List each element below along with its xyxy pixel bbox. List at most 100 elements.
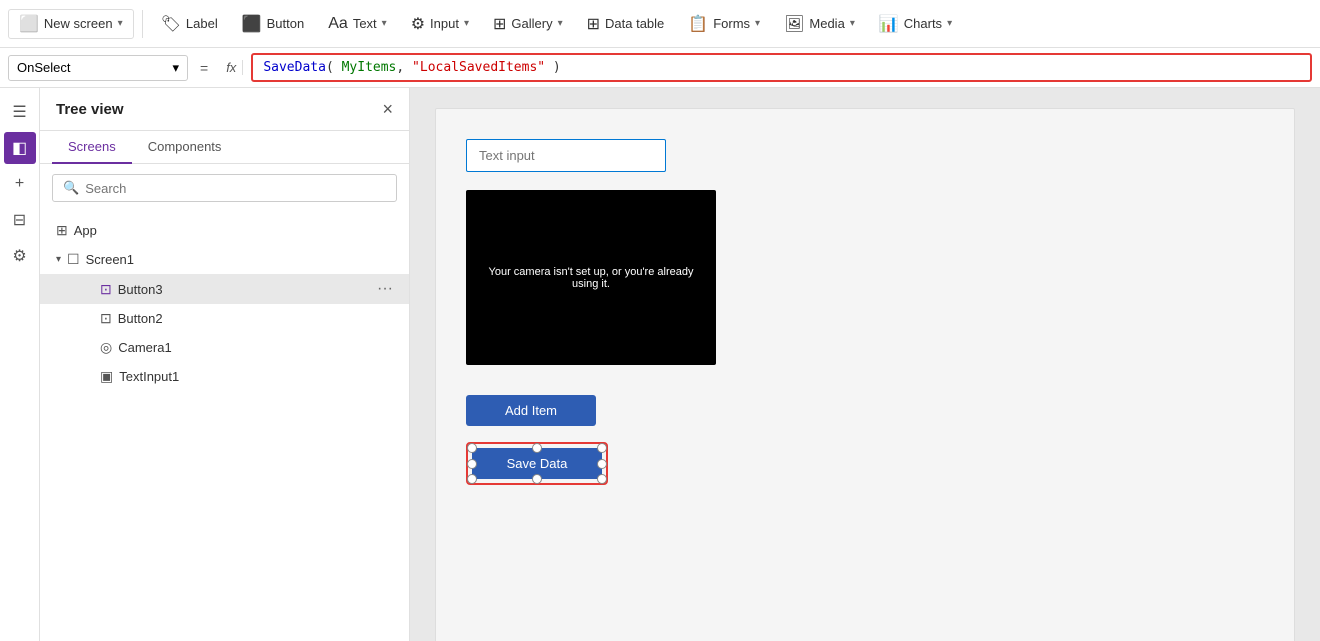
save-data-label: Save Data — [507, 456, 568, 471]
button-tool-icon: ⬛ — [242, 14, 262, 34]
search-input[interactable] — [85, 181, 386, 196]
gallery-button[interactable]: ⊞ Gallery ▾ — [483, 10, 573, 38]
new-screen-caret-icon: ▾ — [118, 18, 123, 29]
media-button[interactable]: 🖼 Media ▾ — [774, 10, 865, 38]
textinput1-icon: ▣ — [100, 368, 113, 385]
add-item-label: Add Item — [505, 403, 557, 418]
forms-button[interactable]: 📋 Forms ▾ — [678, 10, 770, 38]
tree-search-bar[interactable]: 🔍 — [52, 174, 397, 202]
label-label: Label — [186, 16, 218, 31]
button-tool-label: Button — [267, 16, 305, 31]
save-data-wrapper: Save Data — [466, 442, 608, 485]
camera1-icon: ◎ — [100, 339, 112, 356]
formula-text: SaveData( MyItems, "LocalSavedItems" ) — [263, 60, 560, 75]
add-button[interactable]: + — [4, 168, 36, 200]
data-table-button[interactable]: ⊞ Data table — [577, 10, 675, 38]
charts-button[interactable]: 📊 Charts ▾ — [869, 10, 962, 38]
input-label: Input — [430, 16, 459, 31]
text-icon: Aa — [328, 15, 348, 33]
forms-icon: 📋 — [688, 14, 708, 34]
app-icon: ⊞ — [56, 222, 68, 239]
sidebar-icons: ☰ ◧ + ⊟ ⚙ — [0, 88, 40, 641]
tab-screens[interactable]: Screens — [52, 131, 132, 164]
tab-components-label: Components — [148, 139, 222, 154]
data-button[interactable]: ⊟ — [4, 204, 36, 236]
tree-item-screen1[interactable]: ▾ ☐ Screen1 — [40, 245, 409, 274]
text-label: Text — [353, 16, 377, 31]
tree-items: ⊞ App ▾ ☐ Screen1 ⊡ Button3 ··· ⊡ — [40, 212, 409, 641]
canvas-frame: Your camera isn't set up, or you're alre… — [435, 108, 1295, 641]
plugin-button[interactable]: ⚙ — [4, 240, 36, 272]
toolbar-separator — [142, 10, 143, 38]
data-table-icon: ⊞ — [587, 14, 600, 34]
button-tool-button[interactable]: ⬛ Button — [232, 10, 315, 38]
tree-item-app[interactable]: ⊞ App — [40, 216, 409, 245]
hamburger-icon: ☰ — [12, 102, 26, 122]
new-screen-button[interactable]: ⬜ New screen ▾ — [8, 9, 134, 39]
layers-button[interactable]: ◧ — [4, 132, 36, 164]
tree-item-textinput1[interactable]: ▣ TextInput1 — [40, 362, 409, 391]
tree-item-camera1[interactable]: ◎ Camera1 — [40, 333, 409, 362]
plus-icon: + — [15, 175, 24, 193]
screen1-icon: ☐ — [67, 251, 80, 268]
new-screen-icon: ⬜ — [19, 14, 39, 34]
tree-item-button3[interactable]: ⊡ Button3 ··· — [40, 274, 409, 304]
hamburger-menu-button[interactable]: ☰ — [4, 96, 36, 128]
button3-icon: ⊡ — [100, 281, 112, 298]
add-item-button[interactable]: Add Item — [466, 395, 596, 426]
data-table-label: Data table — [605, 16, 664, 31]
text-caret-icon: ▾ — [382, 18, 387, 29]
tab-screens-label: Screens — [68, 139, 116, 154]
tree-tabs: Screens Components — [40, 131, 409, 164]
property-dropdown[interactable]: OnSelect ▾ — [8, 55, 188, 81]
charts-label: Charts — [904, 16, 942, 31]
property-dropdown-caret-icon: ▾ — [172, 60, 179, 76]
input-button[interactable]: ⚙ Input ▾ — [401, 10, 479, 38]
label-icon: 🏷 — [161, 14, 181, 34]
formula-function-name: SaveData — [263, 60, 326, 75]
formula-editor[interactable]: SaveData( MyItems, "LocalSavedItems" ) — [251, 53, 1312, 82]
new-screen-label: New screen — [44, 16, 113, 31]
formula-equals: = — [196, 60, 212, 76]
tree-item-textinput1-label: TextInput1 — [119, 369, 179, 384]
media-icon: 🖼 — [784, 14, 804, 34]
plugin-icon: ⚙ — [12, 246, 26, 266]
layers-icon: ◧ — [12, 138, 27, 158]
save-data-button[interactable]: Save Data — [472, 448, 602, 479]
tree-item-button2-label: Button2 — [118, 311, 163, 326]
database-icon: ⊟ — [13, 210, 26, 230]
label-button[interactable]: 🏷 Label — [151, 10, 228, 38]
media-caret-icon: ▾ — [850, 18, 855, 29]
input-icon: ⚙ — [411, 14, 425, 34]
tab-components[interactable]: Components — [132, 131, 238, 164]
gallery-icon: ⊞ — [493, 14, 506, 34]
tree-header: Tree view × — [40, 88, 409, 131]
search-icon: 🔍 — [63, 180, 79, 196]
tree-item-camera1-label: Camera1 — [118, 340, 171, 355]
gallery-caret-icon: ▾ — [558, 18, 563, 29]
charts-icon: 📊 — [879, 14, 899, 34]
main-layout: ☰ ◧ + ⊟ ⚙ Tree view × Screens Components — [0, 88, 1320, 641]
formula-var1: MyItems — [342, 60, 397, 75]
forms-caret-icon: ▾ — [755, 18, 760, 29]
input-caret-icon: ▾ — [464, 18, 469, 29]
media-label: Media — [809, 16, 844, 31]
charts-caret-icon: ▾ — [947, 18, 952, 29]
text-input-element[interactable] — [466, 139, 666, 172]
toolbar: ⬜ New screen ▾ 🏷 Label ⬛ Button Aa Text … — [0, 0, 1320, 48]
tree-item-screen1-label: Screen1 — [86, 252, 134, 267]
gallery-label: Gallery — [511, 16, 552, 31]
tree-item-app-label: App — [74, 223, 97, 238]
tree-item-button3-label: Button3 — [118, 282, 163, 297]
button3-more-button[interactable]: ··· — [377, 280, 393, 298]
tree-close-button[interactable]: × — [382, 100, 393, 118]
forms-label: Forms — [713, 16, 750, 31]
camera-message: Your camera isn't set up, or you're alre… — [466, 246, 716, 310]
tree-panel: Tree view × Screens Components 🔍 ⊞ App ▾ — [40, 88, 410, 641]
canvas-area: Your camera isn't set up, or you're alre… — [410, 88, 1320, 641]
formula-fx-button[interactable]: fx — [220, 60, 243, 75]
tree-item-button2[interactable]: ⊡ Button2 — [40, 304, 409, 333]
button2-icon: ⊡ — [100, 310, 112, 327]
text-button[interactable]: Aa Text ▾ — [318, 11, 396, 37]
screen1-caret-icon: ▾ — [56, 254, 61, 265]
